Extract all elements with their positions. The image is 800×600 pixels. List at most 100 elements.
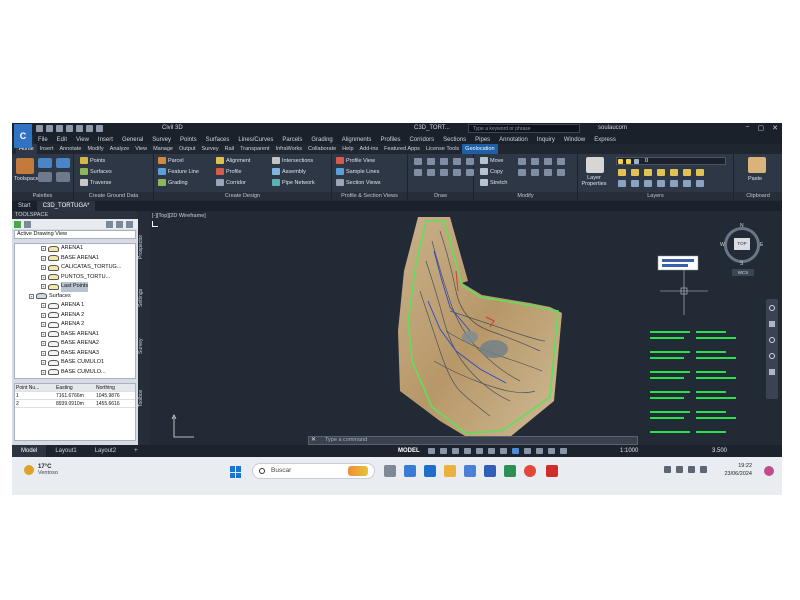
weather-widget[interactable]: 17°C Ventoso: [24, 464, 58, 476]
grid-toggle-icon[interactable]: [428, 448, 435, 454]
block-icon[interactable]: [440, 169, 448, 176]
task-view-icon[interactable]: [384, 465, 396, 477]
viewcube-top-face[interactable]: TOP: [734, 238, 750, 250]
layer-tool-3-icon[interactable]: [644, 169, 652, 176]
side-tab-toolbox[interactable]: Toolbox: [138, 381, 150, 415]
hatch-icon[interactable]: [414, 169, 422, 176]
menu-item-edit[interactable]: Edit: [57, 137, 67, 143]
ribbon-tab-manage[interactable]: Manage: [150, 144, 176, 154]
grid-header-cell[interactable]: Point Nu...: [16, 384, 46, 392]
menu-item-survey[interactable]: Survey: [152, 137, 171, 143]
layer-tool-10-icon[interactable]: [644, 180, 652, 187]
viewcube-west[interactable]: W: [720, 242, 725, 248]
menu-item-profiles[interactable]: Profiles: [380, 137, 400, 143]
layer-tool-8-icon[interactable]: [618, 180, 626, 187]
osnap-toggle-icon[interactable]: [476, 448, 483, 454]
tree-item[interactable]: + BASE ARENA3: [15, 349, 135, 359]
grid-header-cell[interactable]: Northing: [96, 384, 136, 392]
expand-icon[interactable]: +: [41, 284, 46, 290]
profile-button[interactable]: Profile: [216, 168, 242, 175]
tree-item[interactable]: + BASE ARENA1: [15, 254, 135, 264]
transparency-toggle-icon[interactable]: [512, 448, 519, 454]
grid-header-cell[interactable]: [46, 384, 56, 392]
command-line-input[interactable]: Type a command: [325, 437, 367, 443]
command-line-close-icon[interactable]: ✕: [311, 437, 316, 444]
rectangle-icon[interactable]: [466, 158, 474, 165]
copy-button[interactable]: Copy: [480, 168, 503, 175]
user-account[interactable]: soulaucom: [598, 125, 627, 131]
save-icon[interactable]: [56, 125, 63, 132]
side-tab-settings[interactable]: Settings: [138, 281, 150, 315]
toolspace-tool-2-icon[interactable]: [24, 220, 31, 228]
rotate-icon[interactable]: [518, 158, 526, 165]
ribbon-tab-infraworks[interactable]: InfraWorks: [273, 144, 306, 154]
paste-button[interactable]: Paste: [748, 176, 762, 182]
tree-item[interactable]: + ARENA1: [15, 244, 135, 254]
tree-item[interactable]: +BASE PIEDRA: [15, 377, 135, 378]
tray-chevron-icon[interactable]: [664, 466, 671, 473]
intersections-button[interactable]: Intersections: [272, 157, 313, 164]
store-icon[interactable]: [464, 465, 476, 477]
expand-icon[interactable]: +: [29, 293, 34, 299]
expand-icon[interactable]: +: [41, 274, 46, 280]
workspace-selector[interactable]: Civil 3D: [162, 125, 183, 131]
menu-item-insert[interactable]: Insert: [98, 137, 113, 143]
expand-icon[interactable]: +: [41, 255, 46, 261]
toolspace-tool-4-icon[interactable]: [116, 220, 123, 228]
autoscale-icon[interactable]: [548, 448, 555, 454]
widgets-icon[interactable]: [404, 465, 416, 477]
layer-tool-7-icon[interactable]: [696, 169, 704, 176]
layer-lock-icon[interactable]: [634, 159, 639, 164]
text-icon[interactable]: [427, 169, 435, 176]
menu-item-alignments[interactable]: Alignments: [342, 137, 372, 143]
tree-item[interactable]: + BASE ARENA2: [15, 339, 135, 349]
menu-item-corridors[interactable]: Corridors: [409, 137, 434, 143]
file-tab-c3d-tortuga[interactable]: C3D_TORTUGA*: [36, 201, 96, 211]
circle-icon[interactable]: [440, 158, 448, 165]
ribbon-tab-survey[interactable]: Survey: [198, 144, 221, 154]
sample-lines-button[interactable]: Sample Lines: [336, 168, 379, 175]
add-layout-icon[interactable]: +: [125, 445, 147, 457]
mirror-icon[interactable]: [531, 158, 539, 165]
toolspace-button[interactable]: Toolspace: [14, 176, 39, 182]
ribbon-tab-analyze[interactable]: Analyze: [107, 144, 133, 154]
help-icon[interactable]: [126, 220, 133, 228]
ribbon-tab-collaborate[interactable]: Collaborate: [305, 144, 339, 154]
notifications-icon[interactable]: [764, 466, 774, 476]
orbit-icon[interactable]: [769, 353, 775, 359]
ribbon-tab-license-tools[interactable]: License Tools: [423, 144, 462, 154]
layer-properties-button[interactable]: Layer Properties: [580, 175, 608, 187]
feature-line-button[interactable]: Feature Line: [158, 168, 199, 175]
toolspace-view-selector[interactable]: Active Drawing View: [14, 230, 136, 239]
menu-item-annotation[interactable]: Annotation: [499, 137, 528, 143]
ribbon-tab-insert[interactable]: Insert: [37, 144, 57, 154]
layout-tab-model[interactable]: Model: [12, 445, 47, 457]
showmotion-icon[interactable]: [769, 369, 775, 375]
move-button[interactable]: Move: [480, 157, 503, 164]
pan-icon[interactable]: [769, 321, 775, 327]
layer-palette-icon[interactable]: [38, 172, 52, 182]
tree-item[interactable]: + ARENA 1: [15, 301, 135, 311]
save-as-icon[interactable]: [66, 125, 73, 132]
layer-tool-13-icon[interactable]: [683, 180, 691, 187]
toolspace-icon[interactable]: [16, 158, 34, 174]
close-icon[interactable]: ✕: [772, 124, 778, 132]
autocad-taskbar-icon[interactable]: [546, 465, 558, 477]
ribbon-tab-annotate[interactable]: Annotate: [56, 144, 84, 154]
app-logo-icon[interactable]: C: [14, 124, 32, 148]
workspace-switch-icon[interactable]: [560, 448, 567, 454]
expand-icon[interactable]: +: [41, 341, 46, 347]
menu-item-surfaces[interactable]: Surfaces: [206, 137, 230, 143]
viewcube-south[interactable]: S: [740, 261, 743, 267]
layer-tool-9-icon[interactable]: [631, 180, 639, 187]
expand-icon[interactable]: +: [41, 331, 46, 337]
profile-view-button[interactable]: Profile View: [336, 157, 375, 164]
ribbon-tab-view[interactable]: View: [132, 144, 150, 154]
layer-tool-4-icon[interactable]: [657, 169, 665, 176]
menu-item-points[interactable]: Points: [180, 137, 197, 143]
surfaces-button[interactable]: Surfaces: [80, 168, 112, 175]
drawing-canvas[interactable]: [-][Top][2D Wireframe] TOP N S W E WCS: [150, 211, 782, 445]
traverse-button[interactable]: Traverse: [80, 179, 112, 186]
help-search-input[interactable]: Type a keyword or phrase: [468, 124, 580, 133]
explode-icon[interactable]: [557, 169, 565, 176]
